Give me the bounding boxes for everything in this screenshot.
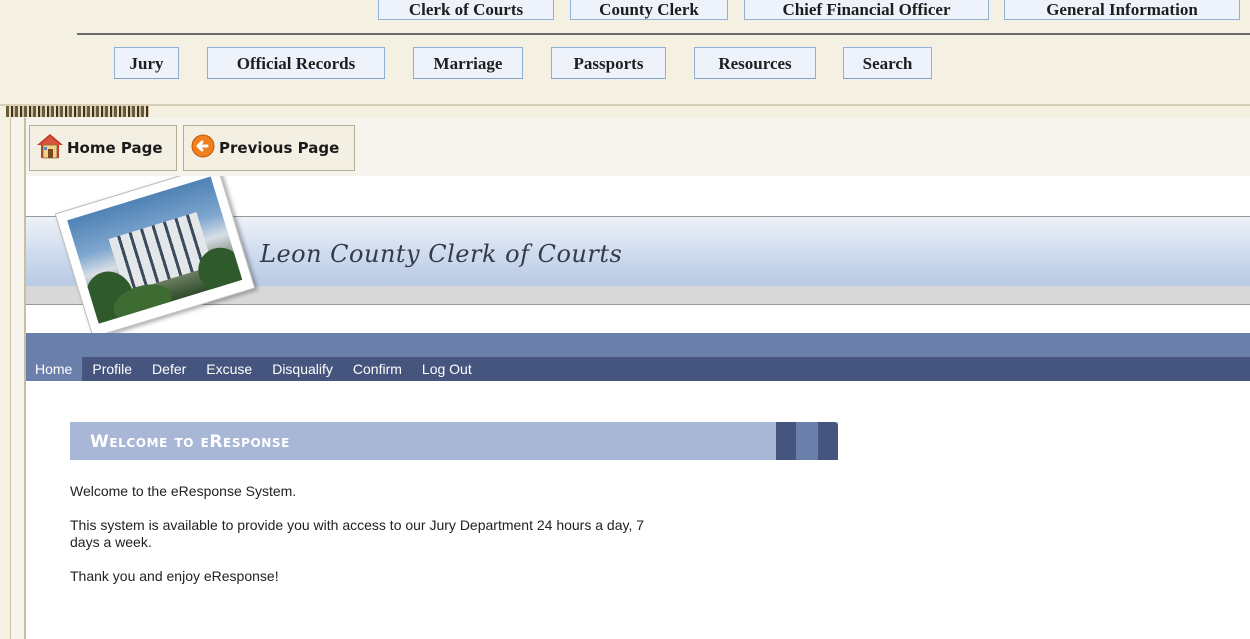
menu-item-log-out[interactable]: Log Out [412,357,482,381]
tab-search[interactable]: Search [843,47,932,79]
tab-jury[interactable]: Jury [114,47,179,79]
decorative-block [818,422,838,460]
welcome-title: Welcome to eResponse [90,432,290,452]
availability-text-line1: This system is available to provide you … [70,517,645,533]
menu-item-excuse[interactable]: Excuse [196,357,262,381]
tab-resources[interactable]: Resources [694,47,816,79]
content-frame: Leon County Clerk of Courts Home Profile… [26,176,1250,639]
home-page-label: Home Page [67,139,163,157]
tab-marriage[interactable]: Marriage [413,47,523,79]
previous-page-button[interactable]: Previous Page [183,125,355,171]
tab-official-records[interactable]: Official Records [207,47,385,79]
site-header: Clerk of Courts County Clerk Chief Finan… [0,0,1250,104]
menu-item-defer[interactable]: Defer [142,357,196,381]
menu-top-band [26,333,1250,357]
previous-page-label: Previous Page [219,139,340,157]
menu-item-confirm[interactable]: Confirm [343,357,412,381]
back-arrow-icon [190,133,216,163]
tab-chief-financial-officer[interactable]: Chief Financial Officer [744,0,989,20]
welcome-intro-text: Welcome to the eResponse System. [70,483,297,499]
tab-county-clerk[interactable]: County Clerk [570,0,728,20]
menu-item-disqualify[interactable]: Disqualify [262,357,343,381]
nav-divider [77,33,1250,35]
house-icon [36,132,64,164]
menu-item-home[interactable]: Home [26,357,83,381]
tab-clerk-of-courts[interactable]: Clerk of Courts [378,0,554,20]
main-menu: Home Profile Defer Excuse Disqualify Con… [26,357,1250,381]
home-page-button[interactable]: Home Page [29,125,177,171]
banner-title: Leon County Clerk of Courts [260,240,623,268]
availability-text-line2: days a week. [70,534,152,550]
decorative-block [796,422,818,460]
welcome-header: Welcome to eResponse [70,422,838,460]
decorative-hatch [6,106,149,117]
tab-passports[interactable]: Passports [551,47,666,79]
header-border [0,104,1250,106]
menu-item-profile[interactable]: Profile [82,357,142,381]
tab-general-information[interactable]: General Information [1004,0,1240,20]
decorative-block [776,422,796,460]
closing-text: Thank you and enjoy eResponse! [70,568,279,584]
